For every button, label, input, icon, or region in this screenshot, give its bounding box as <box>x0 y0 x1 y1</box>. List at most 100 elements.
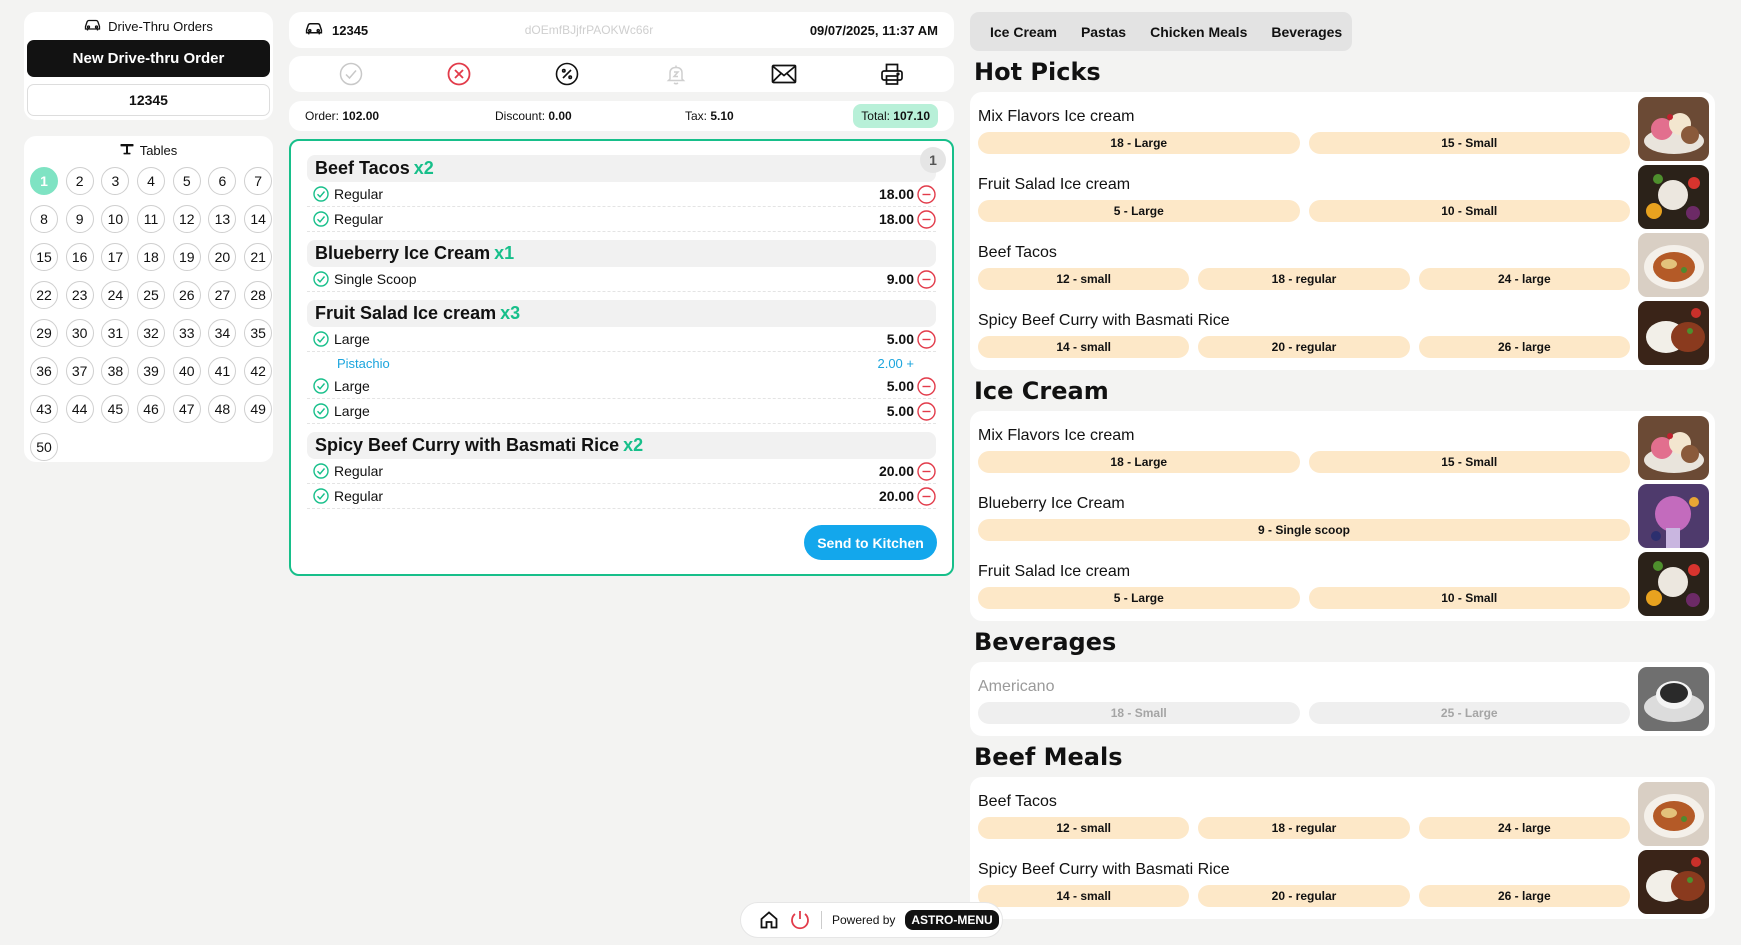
size-option-button[interactable]: 15 - Small <box>1308 451 1630 473</box>
table-30-button[interactable]: 30 <box>65 319 94 347</box>
table-26-button[interactable]: 26 <box>172 281 201 309</box>
table-45-button[interactable]: 45 <box>101 395 130 423</box>
table-27-button[interactable]: 27 <box>208 281 237 309</box>
table-9-button[interactable]: 9 <box>65 205 94 233</box>
table-10-button[interactable]: 10 <box>101 205 130 233</box>
menu-item[interactable]: Spicy Beef Curry with Basmati Rice 14 - s… <box>978 299 1709 367</box>
table-47-button[interactable]: 47 <box>172 395 201 423</box>
email-button[interactable] <box>769 59 799 89</box>
size-option-button[interactable]: 20 - regular <box>1198 885 1410 907</box>
table-28-button[interactable]: 28 <box>244 281 273 309</box>
category-tab-pastas[interactable]: Pastas <box>1081 24 1126 40</box>
table-24-button[interactable]: 24 <box>101 281 130 309</box>
size-option-button[interactable]: 15 - Small <box>1308 132 1630 154</box>
table-48-button[interactable]: 48 <box>208 395 237 423</box>
remove-line-button[interactable] <box>917 376 936 396</box>
menu-item[interactable]: Beef Tacos 12 - small 18 - regular 24 - lar… <box>978 231 1709 299</box>
size-option-button[interactable]: 18 - Large <box>978 132 1300 154</box>
remove-line-button[interactable] <box>917 269 936 289</box>
table-8-button[interactable]: 8 <box>30 205 58 233</box>
menu-item[interactable]: Americano 18 - Small 25 - Large <box>978 665 1709 733</box>
size-option-button[interactable]: 12 - small <box>978 817 1190 839</box>
remove-line-button[interactable] <box>917 184 936 204</box>
home-button[interactable] <box>759 910 779 930</box>
table-43-button[interactable]: 43 <box>30 395 58 423</box>
remove-line-button[interactable] <box>917 461 936 481</box>
table-39-button[interactable]: 39 <box>137 357 166 385</box>
table-11-button[interactable]: 11 <box>137 205 166 233</box>
table-25-button[interactable]: 25 <box>137 281 166 309</box>
cancel-order-button[interactable] <box>444 59 474 89</box>
table-16-button[interactable]: 16 <box>65 243 94 271</box>
confirm-order-button[interactable] <box>336 59 366 89</box>
power-button[interactable] <box>789 909 811 931</box>
category-tab-beverages[interactable]: Beverages <box>1271 24 1342 40</box>
discount-button[interactable] <box>552 59 582 89</box>
table-3-button[interactable]: 3 <box>101 167 130 195</box>
table-5-button[interactable]: 5 <box>172 167 201 195</box>
size-option-button[interactable]: 5 - Large <box>978 587 1300 609</box>
table-40-button[interactable]: 40 <box>172 357 201 385</box>
table-2-button[interactable]: 2 <box>65 167 94 195</box>
size-option-button[interactable]: 10 - Small <box>1308 587 1630 609</box>
size-option-button[interactable]: 12 - small <box>978 268 1190 290</box>
print-button[interactable] <box>877 59 907 89</box>
size-option-button[interactable]: 5 - Large <box>978 200 1300 222</box>
table-38-button[interactable]: 38 <box>101 357 130 385</box>
table-4-button[interactable]: 4 <box>137 167 166 195</box>
table-34-button[interactable]: 34 <box>208 319 237 347</box>
size-option-button[interactable]: 24 - large <box>1418 817 1630 839</box>
table-44-button[interactable]: 44 <box>65 395 94 423</box>
size-option-button[interactable]: 18 - regular <box>1198 268 1410 290</box>
table-19-button[interactable]: 19 <box>172 243 201 271</box>
table-18-button[interactable]: 18 <box>137 243 166 271</box>
table-42-button[interactable]: 42 <box>244 357 273 385</box>
table-14-button[interactable]: 14 <box>244 205 273 233</box>
new-drive-thru-order-button[interactable]: New Drive-thru Order <box>27 40 270 77</box>
table-1-button[interactable]: 1 <box>30 167 58 195</box>
menu-item[interactable]: Mix Flavors Ice cream 18 - Large 15 - Smal… <box>978 95 1709 163</box>
table-13-button[interactable]: 13 <box>208 205 237 233</box>
category-tab-ice-cream[interactable]: Ice Cream <box>990 24 1057 40</box>
size-option-button[interactable]: 14 - small <box>978 885 1190 907</box>
size-option-button[interactable]: 24 - large <box>1418 268 1630 290</box>
table-22-button[interactable]: 22 <box>30 281 58 309</box>
table-31-button[interactable]: 31 <box>101 319 130 347</box>
send-to-kitchen-button[interactable]: Send to Kitchen <box>804 525 937 560</box>
menu-item[interactable]: Beef Tacos 12 - small 18 - regular 24 - lar… <box>978 780 1709 848</box>
table-46-button[interactable]: 46 <box>137 395 166 423</box>
size-option-button[interactable]: 9 - Single scoop <box>978 519 1630 541</box>
table-23-button[interactable]: 23 <box>65 281 94 309</box>
menu-item[interactable]: Fruit Salad Ice cream 5 - Large 10 - Small <box>978 163 1709 231</box>
size-option-button[interactable]: 18 - Large <box>978 451 1300 473</box>
table-33-button[interactable]: 33 <box>172 319 201 347</box>
table-6-button[interactable]: 6 <box>208 167 237 195</box>
remove-line-button[interactable] <box>917 486 936 506</box>
table-21-button[interactable]: 21 <box>244 243 273 271</box>
size-option-button[interactable]: 14 - small <box>978 336 1190 358</box>
table-49-button[interactable]: 49 <box>244 395 273 423</box>
table-41-button[interactable]: 41 <box>208 357 237 385</box>
menu-item[interactable]: Spicy Beef Curry with Basmati Rice 14 - s… <box>978 848 1709 916</box>
remove-line-button[interactable] <box>917 209 936 229</box>
size-option-button[interactable]: 26 - large <box>1418 336 1630 358</box>
table-15-button[interactable]: 15 <box>30 243 58 271</box>
size-option-button[interactable]: 18 - regular <box>1198 817 1410 839</box>
snooze-button[interactable] <box>661 59 691 89</box>
drive-thru-order-tab[interactable]: 12345 <box>27 84 270 116</box>
remove-line-button[interactable] <box>917 329 936 349</box>
table-17-button[interactable]: 17 <box>101 243 130 271</box>
size-option-button[interactable]: 10 - Small <box>1308 200 1630 222</box>
size-option-button[interactable]: 26 - large <box>1418 885 1630 907</box>
remove-line-button[interactable] <box>917 401 936 421</box>
category-tab-chicken-meals[interactable]: Chicken Meals <box>1150 24 1247 40</box>
table-29-button[interactable]: 29 <box>30 319 58 347</box>
table-50-button[interactable]: 50 <box>30 433 58 461</box>
table-12-button[interactable]: 12 <box>172 205 201 233</box>
menu-item[interactable]: Fruit Salad Ice cream 5 - Large 10 - Small <box>978 550 1709 618</box>
table-36-button[interactable]: 36 <box>30 357 58 385</box>
table-37-button[interactable]: 37 <box>65 357 94 385</box>
menu-item[interactable]: Mix Flavors Ice cream 18 - Large 15 - Smal… <box>978 414 1709 482</box>
table-32-button[interactable]: 32 <box>137 319 166 347</box>
menu-item[interactable]: Blueberry Ice Cream 9 - Single scoop <box>978 482 1709 550</box>
